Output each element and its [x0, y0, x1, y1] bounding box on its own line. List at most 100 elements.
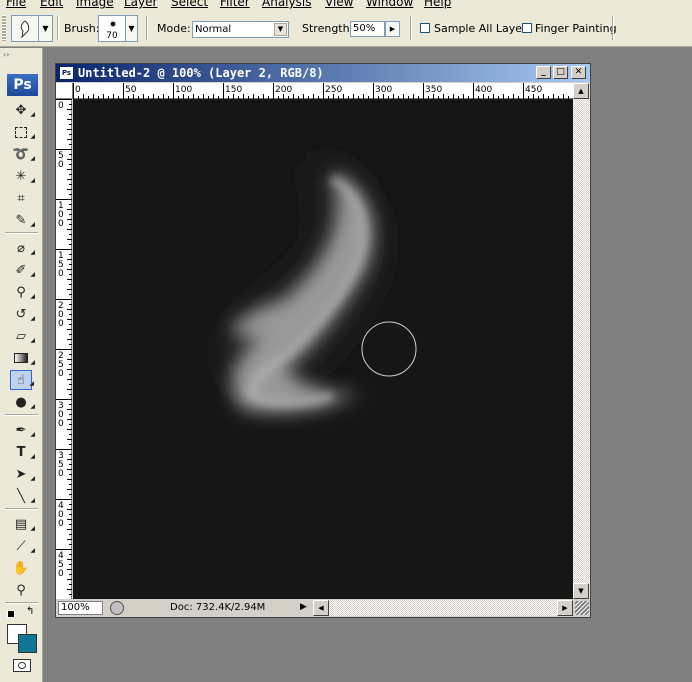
menu-layer[interactable]: Layer: [124, 0, 157, 9]
horizontal-ruler[interactable]: 0 50 100 150 200 250 300 350 400 450: [73, 83, 574, 99]
toolbox-grip[interactable]: ››: [3, 51, 39, 59]
lasso-icon[interactable]: ➰ ◢: [10, 144, 35, 164]
sample-all-layers-checkbox[interactable]: [420, 23, 430, 33]
gradient-icon[interactable]: ◢: [10, 348, 35, 368]
history-brush-icon[interactable]: ↺ ◢: [10, 304, 35, 324]
doc-size-info: Doc: 732.4K/2.94M: [170, 602, 266, 613]
brush-cursor: [361, 321, 417, 377]
options-grip[interactable]: [2, 15, 6, 41]
menu-view[interactable]: View: [325, 0, 353, 9]
document-titlebar[interactable]: Ps Untitled-2 @ 100% (Layer 2, RGB/8) _ …: [56, 64, 590, 82]
minimize-button[interactable]: _: [536, 66, 551, 79]
brush-icon[interactable]: ✐ ◢: [10, 260, 35, 280]
vertical-ruler[interactable]: 050100150200250300350400450: [56, 99, 72, 600]
chevron-up-icon: ▲: [578, 87, 584, 95]
separator: [146, 16, 148, 40]
ruler-label: 0: [58, 419, 64, 429]
menu-filter[interactable]: Filter: [220, 0, 250, 9]
chevron-right-icon: ▶: [562, 604, 568, 612]
notes-icon[interactable]: ▤ ◢: [10, 514, 35, 534]
scroll-down-button[interactable]: ▼: [573, 583, 589, 599]
tool-preset-picker[interactable]: [11, 15, 39, 42]
eraser-icon[interactable]: ▱ ◢: [10, 326, 35, 346]
minimize-icon: _: [541, 67, 546, 77]
scroll-right-button[interactable]: ▶: [557, 600, 573, 616]
horizontal-scrollbar[interactable]: ◀ ▶: [313, 600, 573, 616]
toolbox: ›› Ps ✥ ◢ ◢ ➰ ◢ ✳ ◢ ⌗ ✎ ◢ ⌀ ◢ ✐ ◢ ⚲ ◢ ↺ ◢ ▱ ◢ ◢ ☝…: [0, 48, 43, 682]
scroll-up-button[interactable]: ▲: [573, 83, 589, 99]
smudge-stroke: [231, 171, 373, 413]
status-bar: 100% Doc: 732.4K/2.94M ▶ ◀ ▶: [56, 599, 590, 617]
clone-stamp-icon[interactable]: ⚲ ◢: [10, 282, 35, 302]
pen-icon[interactable]: ✒ ◢: [10, 420, 35, 440]
chevron-right-icon: ▶: [300, 602, 307, 612]
menu-edit[interactable]: Edit: [40, 0, 63, 9]
ruler-label: 300: [375, 85, 392, 95]
type-icon[interactable]: T ◢: [10, 442, 35, 462]
scroll-left-button[interactable]: ◀: [313, 600, 329, 616]
strength-slider-button[interactable]: ▶: [385, 21, 400, 37]
dodge-icon[interactable]: ● ◢: [10, 392, 35, 412]
ruler-origin[interactable]: [56, 83, 73, 99]
menu-select[interactable]: Select: [171, 0, 208, 9]
status-info-icon[interactable]: [110, 601, 124, 615]
mode-label: Mode:: [157, 22, 191, 35]
separator: [5, 602, 38, 604]
background-color-swatch[interactable]: [18, 634, 37, 653]
maximize-button[interactable]: □: [553, 66, 568, 79]
path-selection-icon[interactable]: ➤ ◢: [10, 464, 35, 484]
ruler-label: 450: [525, 85, 542, 95]
status-menu-button[interactable]: ▶: [300, 602, 307, 612]
brush-tip-icon: [111, 22, 115, 26]
separator: [410, 16, 412, 40]
magic-wand-icon[interactable]: ✳ ◢: [10, 166, 35, 186]
finger-painting-checkbox[interactable]: [522, 23, 532, 33]
vertical-scrollbar[interactable]: ▲ ▼: [573, 83, 590, 599]
smudge-preset-icon: [20, 19, 30, 38]
resize-grip[interactable]: [575, 601, 589, 615]
ruler-label: 0: [58, 101, 64, 111]
brush-label: Brush:: [64, 22, 100, 35]
vertical-ruler-ticks: 050100150200250300350400450: [56, 99, 72, 600]
swap-colors-icon[interactable]: ↰: [26, 606, 34, 617]
menu-analysis[interactable]: Analysis: [262, 0, 311, 9]
canvas[interactable]: [73, 99, 573, 599]
tool-preset-dropdown[interactable]: ▼: [39, 15, 53, 42]
smudge-icon[interactable]: ☝ ◢: [10, 370, 34, 390]
move-icon[interactable]: ✥ ◢: [10, 100, 35, 120]
zoom-input[interactable]: 100%: [58, 601, 103, 615]
line-icon[interactable]: ╲ ◢: [10, 486, 35, 506]
quick-mask-icon[interactable]: [13, 659, 31, 672]
zoom-icon[interactable]: ⚲: [10, 580, 32, 600]
brush-size: 70: [106, 31, 118, 41]
strength-input[interactable]: 50%: [350, 21, 385, 37]
slice-icon[interactable]: ✎ ◢: [10, 210, 35, 230]
menu-help[interactable]: Help: [424, 0, 451, 9]
ruler-label: 0: [58, 369, 64, 379]
mode-value: Normal: [195, 24, 232, 35]
mode-select[interactable]: Normal ▼: [192, 21, 289, 38]
ruler-label: 200: [275, 85, 292, 95]
strength-label: Strength:: [302, 22, 354, 35]
brush-picker[interactable]: 70: [98, 15, 126, 42]
eyedropper-icon[interactable]: ⟋ ◢: [10, 536, 35, 556]
ruler-label: 0: [58, 519, 64, 529]
menu-bar: File Edit Image Layer Select Filter Anal…: [0, 0, 692, 10]
menu-image[interactable]: Image: [76, 0, 114, 9]
crop-icon[interactable]: ⌗: [10, 188, 32, 208]
ruler-label: 350: [425, 85, 442, 95]
default-colors-icon[interactable]: [7, 610, 15, 618]
brush-dropdown[interactable]: ▼: [126, 15, 138, 42]
menu-file[interactable]: File: [6, 0, 26, 9]
ruler-label: 400: [475, 85, 492, 95]
close-button[interactable]: ✕: [571, 66, 586, 79]
ruler-label: 0: [58, 319, 64, 329]
menu-window[interactable]: Window: [366, 0, 413, 9]
chevron-left-icon: ◀: [318, 604, 324, 612]
marquee-icon[interactable]: ◢: [10, 122, 35, 142]
ps-logo[interactable]: Ps: [7, 74, 38, 96]
hand-icon[interactable]: ✋: [10, 558, 32, 578]
healing-brush-icon[interactable]: ⌀ ◢: [10, 238, 35, 258]
canvas-artwork: [231, 159, 417, 413]
chevron-right-icon: ▶: [389, 25, 396, 33]
